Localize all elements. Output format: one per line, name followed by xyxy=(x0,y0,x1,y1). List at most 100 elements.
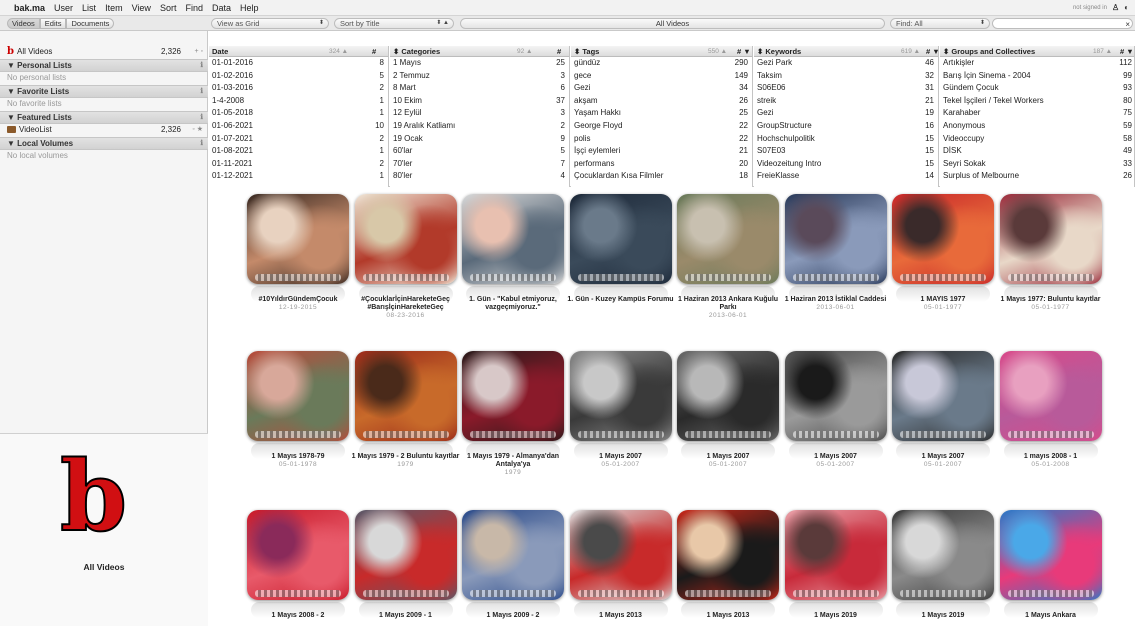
browser-row[interactable]: Yaşam Hakkı 25 xyxy=(571,107,752,120)
browser-row[interactable]: S06E06 31 xyxy=(754,82,938,95)
sort-select[interactable]: Sort by Title ⬍ ▲ xyxy=(334,18,454,29)
browser-row[interactable]: 01-05-2018 1 xyxy=(209,107,388,120)
tab-edits[interactable]: Edits xyxy=(39,18,67,29)
video-poster[interactable] xyxy=(999,194,1102,284)
video-poster[interactable] xyxy=(892,510,994,600)
browser-row[interactable]: gündüz 290 xyxy=(571,57,752,70)
browser-row[interactable]: İşçi eylemleri 21 xyxy=(571,145,752,158)
menu-data[interactable]: Data xyxy=(212,3,231,13)
browser-row[interactable]: akşam 26 xyxy=(571,95,752,108)
browser-row[interactable]: 01-08-2021 1 xyxy=(209,145,388,158)
menu-list[interactable]: List xyxy=(82,3,96,13)
browser-row[interactable]: 19 Aralık Katliamı 2 xyxy=(390,120,569,133)
browser-row[interactable]: DİSK 49 xyxy=(940,145,1134,158)
section-personal-lists[interactable]: ▼ Personal Lists ℹ xyxy=(0,59,208,72)
browser-row[interactable]: 01-07-2021 2 xyxy=(209,133,388,146)
browser-row[interactable]: FreieKlasse 14 xyxy=(754,170,938,183)
browser-row[interactable]: 8 Mart 6 xyxy=(390,82,569,95)
video-poster[interactable] xyxy=(247,510,349,600)
browser-row[interactable]: Anonymous 59 xyxy=(940,120,1134,133)
find-select[interactable]: Find: All ⬍ xyxy=(890,18,990,29)
menu-user[interactable]: User xyxy=(54,3,73,13)
browser-row[interactable]: 70'ler 7 xyxy=(390,158,569,171)
video-poster[interactable] xyxy=(784,351,887,441)
disclosure-triangle-icon[interactable]: ▼ xyxy=(7,139,15,148)
video-poster[interactable] xyxy=(569,510,672,600)
browser-row[interactable]: Hochschulpolitik 15 xyxy=(754,133,938,146)
disclosure-triangle-icon[interactable]: ▼ xyxy=(7,87,15,96)
video-poster[interactable] xyxy=(999,510,1102,600)
info-icon[interactable]: ℹ xyxy=(200,86,203,99)
count-sort-icon[interactable]: # ▼ xyxy=(926,46,938,56)
browser-row[interactable]: Gündem Çocuk 93 xyxy=(940,82,1134,95)
browser-row[interactable]: Artıkişler 112 xyxy=(940,57,1134,70)
app-menu[interactable]: bak.ma xyxy=(14,3,45,13)
count-sort-icon[interactable]: # xyxy=(372,46,376,56)
browser-row[interactable]: 12 Eylül 3 xyxy=(390,107,569,120)
browser-row[interactable]: 60'lar 5 xyxy=(390,145,569,158)
video-poster[interactable] xyxy=(569,351,672,441)
browser-row[interactable]: Gezi 19 xyxy=(754,107,938,120)
video-poster[interactable] xyxy=(677,510,779,600)
menu-item[interactable]: Item xyxy=(105,3,123,13)
browser-row[interactable]: Videozeitung Intro 15 xyxy=(754,158,938,171)
column-header[interactable]: ⬍ Categories 92 ▲ # xyxy=(390,46,569,57)
disclosure-triangle-icon[interactable]: ▼ xyxy=(7,113,15,122)
browser-row[interactable]: polis 22 xyxy=(571,133,752,146)
video-poster[interactable] xyxy=(784,510,887,600)
browser-row[interactable]: 1-4-2008 1 xyxy=(209,95,388,108)
browser-row[interactable]: gece 149 xyxy=(571,70,752,83)
browser-row[interactable]: 01-03-2016 2 xyxy=(209,82,388,95)
favorite-star-icon[interactable]: ◦ ★ xyxy=(192,124,203,137)
video-poster[interactable] xyxy=(569,194,672,284)
section-featured-lists[interactable]: ▼ Featured Lists ℹ xyxy=(0,111,208,124)
browser-row[interactable]: 01-12-2021 1 xyxy=(209,170,388,183)
tab-videos[interactable]: Videos xyxy=(7,18,40,29)
browser-row[interactable]: Surplus of Melbourne 26 xyxy=(940,170,1134,183)
browser-row[interactable]: Seyri Sokak 33 xyxy=(940,158,1134,171)
video-poster[interactable] xyxy=(892,194,994,284)
clear-icon[interactable]: × xyxy=(1125,20,1130,29)
browser-row[interactable]: streik 21 xyxy=(754,95,938,108)
browser-row[interactable]: performans 20 xyxy=(571,158,752,171)
info-icon[interactable]: ℹ xyxy=(200,112,203,125)
video-poster[interactable] xyxy=(677,194,779,284)
video-poster[interactable] xyxy=(892,351,994,441)
browser-row[interactable]: 19 Ocak 9 xyxy=(390,133,569,146)
video-poster[interactable] xyxy=(247,194,349,284)
add-icon[interactable]: + ◦ xyxy=(194,46,203,59)
video-poster[interactable] xyxy=(354,194,457,284)
browser-row[interactable]: 01-01-2016 8 xyxy=(209,57,388,70)
menu-help[interactable]: Help xyxy=(240,3,259,13)
sidebar-item-all-videos[interactable]: b All Videos 2,326 + ◦ xyxy=(0,46,208,59)
info-icon[interactable]: ℹ xyxy=(200,138,203,151)
column-header[interactable]: Date 324 ▲ # xyxy=(209,46,388,57)
video-poster[interactable] xyxy=(462,351,564,441)
find-input[interactable]: × xyxy=(992,18,1133,29)
info-icon[interactable]: ℹ xyxy=(200,60,203,73)
browser-row[interactable]: 10 Ekim 37 xyxy=(390,95,569,108)
browser-row[interactable]: Videoccupy 58 xyxy=(940,133,1134,146)
browser-row[interactable]: 1 Mayıs 25 xyxy=(390,57,569,70)
video-poster[interactable] xyxy=(784,194,887,284)
browser-row[interactable]: Tekel İşçileri / Tekel Workers 80 xyxy=(940,95,1134,108)
video-poster[interactable] xyxy=(462,510,564,600)
column-header[interactable]: ⬍ Tags 550 ▲ # ▼ xyxy=(571,46,752,57)
browser-row[interactable]: George Floyd 22 xyxy=(571,120,752,133)
section-local-volumes[interactable]: ▼ Local Volumes ℹ xyxy=(0,137,208,150)
column-header[interactable]: ⬍ Groups and Collectives 187 ▲ # ▼ xyxy=(940,46,1134,57)
count-sort-icon[interactable]: # xyxy=(557,46,561,56)
menu-view[interactable]: View xyxy=(132,3,151,13)
browser-row[interactable]: 01-02-2016 5 xyxy=(209,70,388,83)
browser-row[interactable]: Taksim 32 xyxy=(754,70,938,83)
tab-documents[interactable]: Documents xyxy=(66,18,115,29)
browser-row[interactable]: 01-11-2021 2 xyxy=(209,158,388,171)
browser-row[interactable]: S07E03 15 xyxy=(754,145,938,158)
video-poster[interactable] xyxy=(462,194,564,284)
browser-row[interactable]: 2 Temmuz 3 xyxy=(390,70,569,83)
count-sort-icon[interactable]: # ▼ xyxy=(737,46,751,56)
user-icon[interactable]: ♙ xyxy=(1112,3,1119,12)
sidebar-item-videolist[interactable]: VideoList 2,326 ◦ ★ xyxy=(0,124,208,137)
menu-sort[interactable]: Sort xyxy=(160,3,177,13)
video-poster[interactable] xyxy=(677,351,779,441)
